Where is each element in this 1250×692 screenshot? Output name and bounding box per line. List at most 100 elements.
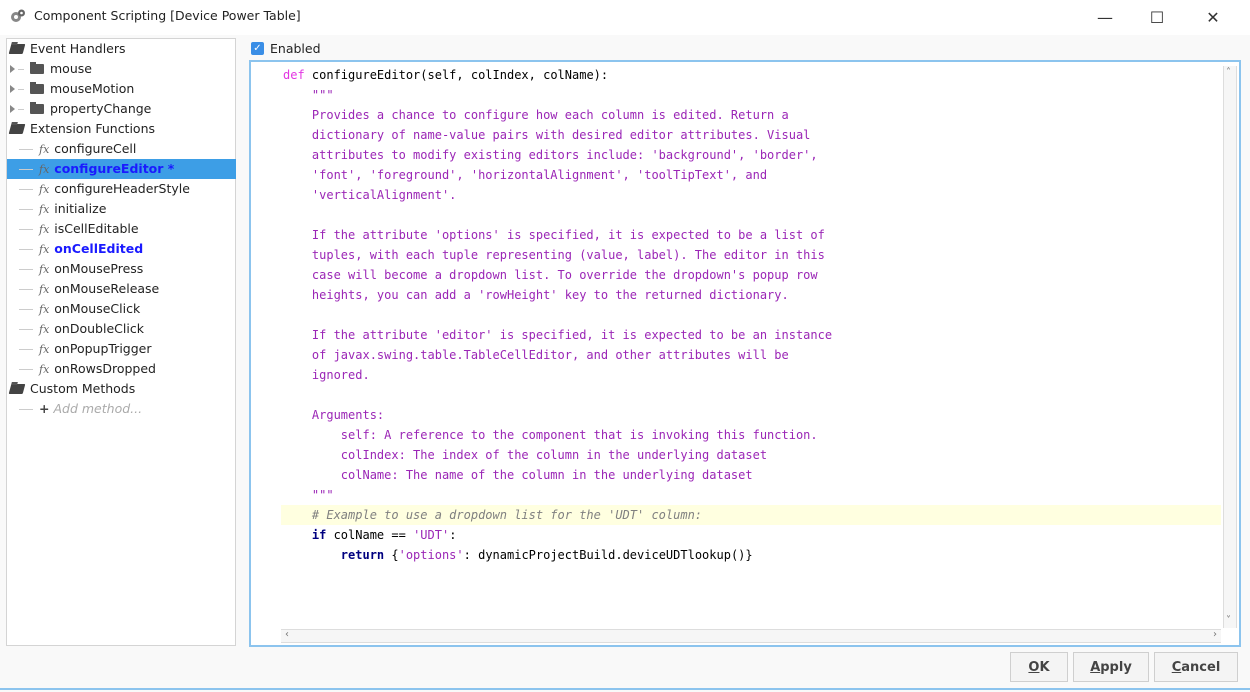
code-token: """ <box>283 88 334 102</box>
folder-open-icon <box>8 124 26 134</box>
code-line[interactable]: 9 If the attribute 'options' is specifie… <box>281 225 1221 245</box>
code-token: colName == <box>333 528 414 542</box>
code-line[interactable]: 23 # Example to use a dropdown list for … <box>281 505 1221 525</box>
code-line[interactable]: 13 <box>281 305 1221 325</box>
function-label: configureCell <box>54 141 137 156</box>
function-icon: fx <box>39 223 50 236</box>
tree-item-configureEditor[interactable]: fx configureEditor * <box>7 159 236 179</box>
code-line[interactable]: 24 if colName == 'UDT': <box>281 525 1221 545</box>
function-icon: fx <box>39 263 50 276</box>
tree-item-configureCell[interactable]: fx configureCell <box>7 139 136 159</box>
splitter[interactable]: ‹ › <box>237 38 484 646</box>
expand-icon[interactable] <box>10 65 15 73</box>
folder-icon <box>30 82 44 94</box>
cancel-label: ancel <box>1181 659 1221 675</box>
handler-label: mouseMotion <box>50 81 135 96</box>
tree-item-configureHeaderStyle[interactable]: fx configureHeaderStyle <box>7 179 190 199</box>
checkbox-checked-icon[interactable]: ✓ <box>251 41 264 55</box>
vertical-scrollbar[interactable]: ˄ ˅ <box>1223 66 1237 628</box>
tree-item-mouse[interactable]: mouse <box>7 59 92 79</box>
code-line[interactable]: 11 case will become a dropdown list. To … <box>281 265 1221 285</box>
cancel-button[interactable]: Cancel <box>1154 652 1238 682</box>
folder-icon <box>30 62 44 74</box>
tree-item-onCellEdited[interactable]: fx onCellEdited <box>7 239 143 259</box>
tree-item-propertyChange[interactable]: propertyChange <box>7 99 151 119</box>
function-icon: fx <box>39 303 50 316</box>
code-line[interactable]: 22 """ <box>281 485 1221 505</box>
tree-section-extension-functions[interactable]: Extension Functions <box>7 119 155 139</box>
code-area[interactable]: def configureEditor(self, colIndex, colN… <box>281 65 1221 627</box>
code-line[interactable]: def configureEditor(self, colIndex, colN… <box>281 65 1221 85</box>
tree-section-custom-methods[interactable]: Custom Methods <box>7 379 135 399</box>
code-line[interactable]: 8 <box>281 205 1221 225</box>
function-label: configureHeaderStyle <box>54 181 190 196</box>
code-line[interactable]: 25 return {'options': dynamicProjectBuil… <box>281 545 1221 565</box>
code-line[interactable]: 10 tuples, with each tuple representing … <box>281 245 1221 265</box>
tree-item-onMouseRelease[interactable]: fx onMouseRelease <box>7 279 159 299</box>
scroll-right-icon[interactable]: › <box>1213 630 1217 640</box>
code-token: attributes to modify existing editors in… <box>283 148 818 162</box>
enabled-checkbox[interactable]: ✓ Enabled <box>251 40 321 56</box>
tree-item-onMouseClick[interactable]: fx onMouseClick <box>7 299 140 319</box>
code-token: Arguments: <box>283 408 385 422</box>
code-line[interactable]: 20 colIndex: The index of the column in … <box>281 445 1221 465</box>
script-tree: Event Handlers mouse mouseMotion propertyCh… <box>6 38 236 646</box>
apply-button[interactable]: Apply <box>1073 652 1149 682</box>
code-line[interactable]: 16 ignored. <box>281 365 1221 385</box>
code-token: self: A reference to the component that … <box>283 428 818 442</box>
code-line[interactable]: 4 dictionary of name-value pairs with de… <box>281 125 1221 145</box>
code-line[interactable]: 15 of javax.swing.table.TableCellEditor,… <box>281 345 1221 365</box>
code-token: of javax.swing.table.TableCellEditor, an… <box>283 348 789 362</box>
minimize-button[interactable]: — <box>1082 2 1128 32</box>
tree-item-mouseMotion[interactable]: mouseMotion <box>7 79 134 99</box>
tree-item-onMousePress[interactable]: fx onMousePress <box>7 259 143 279</box>
scroll-up-icon[interactable]: ˄ <box>1226 68 1231 78</box>
function-icon: fx <box>39 143 50 156</box>
scroll-left-icon[interactable]: ‹ <box>285 630 289 640</box>
tree-item-onPopupTrigger[interactable]: fx onPopupTrigger <box>7 339 152 359</box>
close-button[interactable]: ✕ <box>1190 2 1236 32</box>
code-line[interactable]: 18 Arguments: <box>281 405 1221 425</box>
function-label: isCellEditable <box>54 221 139 236</box>
code-token: 'UDT' <box>413 528 450 542</box>
code-line[interactable]: 21 colName: The name of the column in th… <box>281 465 1221 485</box>
code-token: """ <box>283 488 334 502</box>
function-label: onMouseClick <box>54 301 141 316</box>
code-token: ignored. <box>283 368 370 382</box>
tree-item-isCellEditable[interactable]: fx isCellEditable <box>7 219 139 239</box>
tree-item-initialize[interactable]: fx initialize <box>7 199 106 219</box>
function-icon: fx <box>39 243 50 256</box>
function-label: onMouseRelease <box>54 281 160 296</box>
tree-section-event-handlers[interactable]: Event Handlers <box>7 39 126 59</box>
expand-icon[interactable] <box>10 85 15 93</box>
code-line[interactable]: 6 'font', 'foreground', 'horizontalAlign… <box>281 165 1221 185</box>
code-line[interactable]: 12 heights, you can add a 'rowHeight' ke… <box>281 285 1221 305</box>
expand-icon[interactable] <box>10 105 15 113</box>
code-token: 'verticalAlignment'. <box>283 188 457 202</box>
code-line[interactable]: 2 """ <box>281 85 1221 105</box>
scroll-down-icon[interactable]: ˅ <box>1226 616 1231 626</box>
code-line[interactable]: 5 attributes to modify existing editors … <box>281 145 1221 165</box>
code-line[interactable]: 7 'verticalAlignment'. <box>281 185 1221 205</box>
code-token: If the attribute 'options' is specified,… <box>283 228 825 242</box>
handler-label: propertyChange <box>50 101 152 116</box>
code-token: return <box>283 548 392 562</box>
code-line[interactable]: 3 Provides a chance to configure how eac… <box>281 105 1221 125</box>
code-line[interactable]: 19 self: A reference to the component th… <box>281 425 1221 445</box>
code-line[interactable]: 14 If the attribute 'editor' is specifie… <box>281 325 1221 345</box>
add-method-button[interactable]: + Add method... <box>7 399 142 419</box>
code-token: Provides a chance to configure how each … <box>283 108 789 122</box>
ok-label: K <box>1039 659 1050 675</box>
code-token: heights, you can add a 'rowHeight' key t… <box>283 288 789 302</box>
ok-button[interactable]: OK <box>1010 652 1068 682</box>
maximize-button[interactable]: ☐ <box>1134 2 1180 32</box>
tree-item-onDoubleClick[interactable]: fx onDoubleClick <box>7 319 144 339</box>
code-token: def <box>283 68 312 82</box>
window-title: Component Scripting [Device Power Table] <box>34 8 301 23</box>
code-editor[interactable]: def configureEditor(self, colIndex, colN… <box>249 60 1241 647</box>
section-label: Custom Methods <box>30 381 136 396</box>
horizontal-scrollbar[interactable]: ‹ › <box>281 629 1221 643</box>
tree-item-onRowsDropped[interactable]: fx onRowsDropped <box>7 359 156 379</box>
code-line[interactable]: 17 <box>281 385 1221 405</box>
add-method-label: Add method... <box>53 401 143 416</box>
